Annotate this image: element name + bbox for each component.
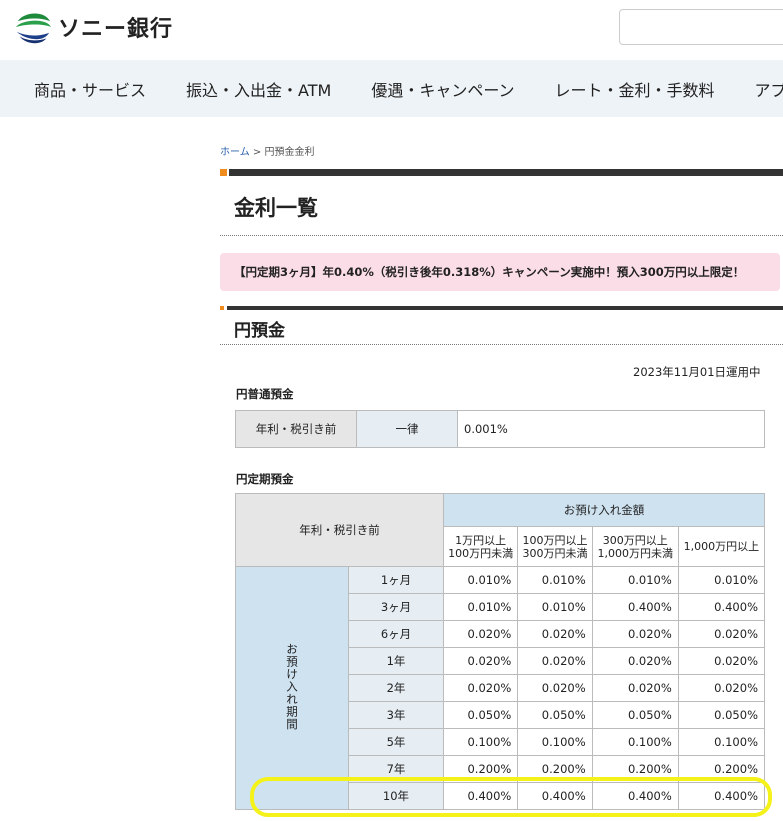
divider — [220, 344, 783, 345]
nav-item-products[interactable]: 商品・サービス — [34, 77, 146, 101]
rate-cell: 0.400% — [677, 782, 766, 810]
rate-cell: 0.020% — [442, 647, 519, 675]
rate-cell: 0.200% — [442, 755, 519, 783]
amount-column-header: 100万円以上 300万円未満 — [517, 526, 593, 567]
rate-cell: 0.200% — [677, 755, 766, 783]
section-bar-line — [227, 306, 783, 310]
time-deposit-table: 年利・税引き前 お預け入れ金額 1万円以上 100万円未満 100万円以上 300万… — [235, 493, 766, 810]
rate-cell: 0.020% — [517, 620, 593, 648]
rate-cell: 0.020% — [677, 620, 766, 648]
section-bar — [220, 306, 783, 310]
rate-cell: 0.020% — [442, 674, 519, 702]
rate-cell: 0.020% — [591, 647, 679, 675]
rate-cell: 0.400% — [442, 782, 519, 810]
ordinary-deposit-label: 円普通預金 — [236, 387, 294, 401]
ordinary-rate-header: 年利・税引き前 — [235, 410, 357, 448]
breadcrumb: ホーム > 円預金金利 — [220, 143, 314, 158]
sony-bank-logo[interactable]: ソニー銀行 — [14, 8, 173, 46]
rate-cell: 0.020% — [517, 674, 593, 702]
rate-cell: 0.400% — [591, 782, 679, 810]
global-nav: 商品・サービス 振込・入出金・ATM 優遇・キャンペーン レート・金利・手数料 … — [0, 60, 783, 117]
logo-text: ソニー銀行 — [58, 17, 174, 42]
rate-cell: 0.020% — [517, 647, 593, 675]
period-header: お預け入れ期間 — [235, 566, 349, 810]
rate-cell: 0.050% — [442, 701, 519, 729]
term-cell: 3ヶ月 — [348, 593, 444, 621]
rate-rows: お預け入れ期間 1ヶ月 0.010% 0.010% 0.010% 0.010% 3ヶ月 0.0… — [235, 566, 766, 810]
rate-cell: 0.050% — [517, 701, 593, 729]
term-cell: 5年 — [348, 728, 444, 756]
rate-cell: 0.400% — [591, 593, 679, 621]
term-cell: 1ヶ月 — [348, 566, 444, 594]
time-deposit-label: 円定期預金 — [236, 472, 294, 486]
breadcrumb-current: 円預金金利 — [264, 147, 315, 158]
title-bar-line — [229, 169, 783, 176]
rate-cell: 0.020% — [677, 647, 766, 675]
rate-cell: 0.020% — [591, 674, 679, 702]
rate-cell: 0.100% — [442, 728, 519, 756]
term-cell: 1年 — [348, 647, 444, 675]
ordinary-type: 一律 — [356, 410, 458, 448]
table-row: お預け入れ期間 1ヶ月 0.010% 0.010% 0.010% 0.010% — [235, 566, 766, 810]
nav-item-campaign[interactable]: 優遇・キャンペーン — [371, 77, 514, 101]
nav-item-transfer[interactable]: 振込・入出金・ATM — [186, 77, 331, 101]
time-deposit-corner: 年利・税引き前 — [235, 493, 444, 567]
ordinary-deposit-table: 年利・税引き前 一律 0.001% — [235, 410, 765, 448]
rate-cell: 0.010% — [591, 566, 679, 594]
term-cell: 6ヶ月 — [348, 620, 444, 648]
site-header: ソニー銀行 — [0, 0, 783, 60]
breadcrumb-home-link[interactable]: ホーム — [220, 147, 250, 158]
rate-cell: 0.020% — [591, 620, 679, 648]
rate-cell: 0.010% — [442, 593, 519, 621]
section-bar-accent — [220, 306, 224, 310]
term-cell: 7年 — [348, 755, 444, 783]
amount-header: お預け入れ金額 — [443, 493, 765, 527]
rate-cell: 0.100% — [517, 728, 593, 756]
rate-cell: 0.010% — [517, 566, 593, 594]
rate-cell: 0.200% — [591, 755, 679, 783]
logo-mark-icon — [14, 8, 52, 46]
rate-cell: 0.050% — [677, 701, 766, 729]
rate-cell: 0.010% — [442, 566, 519, 594]
date-note: 2023年11月01日運用中 — [633, 365, 761, 379]
section-title: 円預金 — [234, 321, 285, 341]
rate-cell: 0.200% — [517, 755, 593, 783]
ordinary-rate: 0.001% — [457, 410, 765, 448]
term-cell: 2年 — [348, 674, 444, 702]
term-cell: 3年 — [348, 701, 444, 729]
amount-column-header: 300万円以上 1,000万円未満 — [591, 526, 679, 567]
rate-cell: 0.100% — [591, 728, 679, 756]
divider — [220, 235, 783, 236]
term-cell: 10年 — [348, 782, 444, 810]
rate-cell: 0.010% — [677, 566, 766, 594]
rate-cell: 0.400% — [517, 782, 593, 810]
rate-cell: 0.020% — [677, 674, 766, 702]
amount-column-header: 1,000万円以上 — [677, 526, 766, 567]
nav-item-app[interactable]: アプ — [755, 77, 783, 101]
rate-cell: 0.400% — [677, 593, 766, 621]
rate-cell: 0.020% — [442, 620, 519, 648]
title-bar-accent — [220, 169, 227, 176]
nav-item-rates[interactable]: レート・金利・手数料 — [555, 77, 715, 101]
campaign-banner[interactable]: 【円定期3ヶ月】年0.40%（税引き後年0.318%）キャンペーン実施中！預入3… — [220, 253, 780, 291]
breadcrumb-separator: > — [252, 147, 262, 158]
amount-column-header: 1万円以上 100万円未満 — [442, 526, 519, 567]
page-title: 金利一覧 — [234, 196, 318, 220]
rate-cell: 0.050% — [591, 701, 679, 729]
title-bar — [220, 169, 783, 176]
rate-cell: 0.010% — [517, 593, 593, 621]
search-input[interactable] — [619, 9, 783, 45]
rate-cell: 0.100% — [677, 728, 766, 756]
